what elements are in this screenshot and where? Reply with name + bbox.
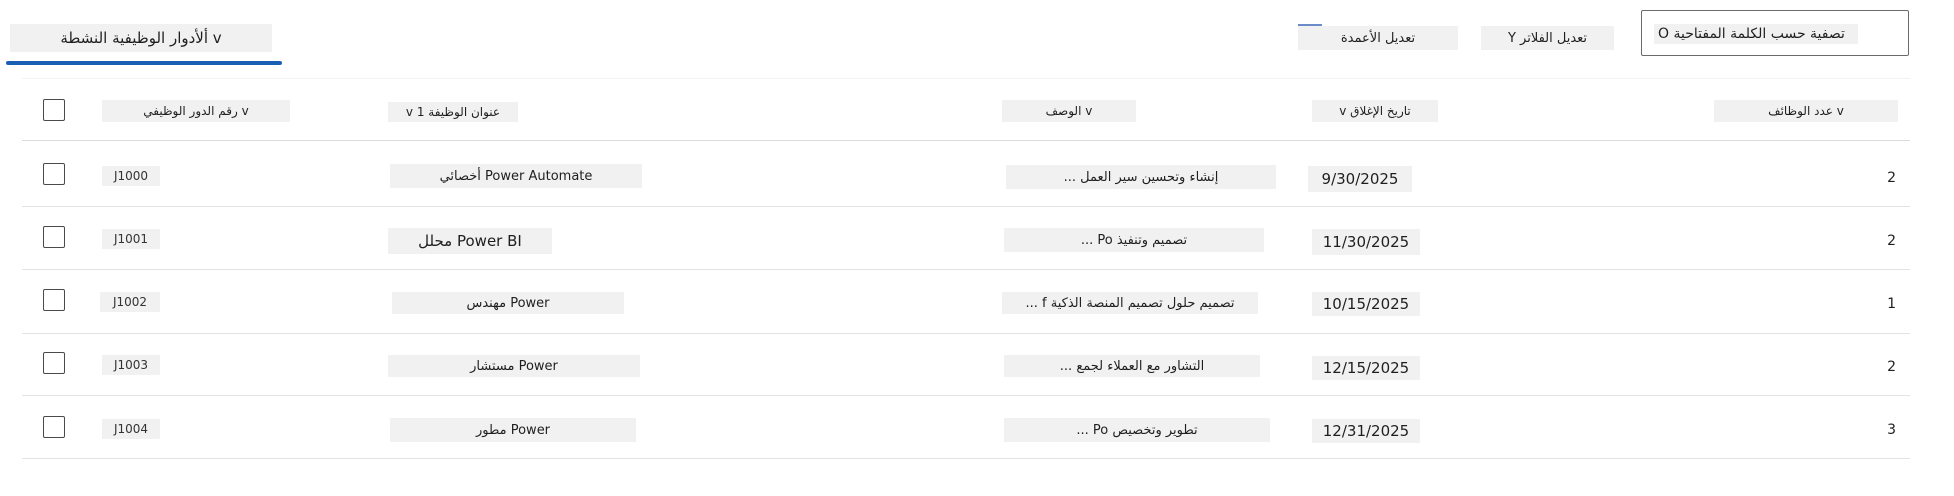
job-id-cell: J1000 bbox=[102, 166, 160, 186]
job-id-cell: J1003 bbox=[102, 355, 160, 375]
job-title-cell: أخصائي Power Automate bbox=[390, 164, 642, 188]
job-id-cell: J1004 bbox=[102, 419, 160, 439]
column-header-job-id[interactable]: رقم الدور الوظيفي ⅴ bbox=[102, 100, 290, 122]
description-cell: ... التشاور مع العملاء لجمع bbox=[1004, 355, 1260, 377]
column-header-number-of-positions[interactable]: عدد الوظائف ⅴ bbox=[1714, 100, 1898, 122]
column-header-close-date[interactable]: ⅴ تاريخ الإغلاق bbox=[1312, 100, 1438, 122]
close-date-cell: 9/30/2025 bbox=[1308, 166, 1412, 192]
positions-count-cell: 1 bbox=[1887, 296, 1896, 312]
job-title-cell: مستشار Power bbox=[388, 355, 640, 377]
row-divider bbox=[22, 458, 1910, 459]
view-selector-dropdown[interactable]: ألأدوار الوظيفية النشطة ⅴ bbox=[10, 24, 272, 52]
select-all-checkbox[interactable] bbox=[43, 99, 65, 121]
job-title-cell: مهندس Power bbox=[392, 292, 624, 314]
row-select-checkbox[interactable] bbox=[43, 352, 65, 374]
job-title-cell: مطور Power bbox=[390, 418, 636, 442]
description-cell: ... Po تطوير وتخصيص bbox=[1004, 418, 1270, 442]
job-roles-page: ألأدوار الوظيفية النشطة ⅴ تعديل الأعمدة … bbox=[0, 0, 1954, 496]
row-divider bbox=[22, 269, 1910, 270]
toolbar-divider bbox=[22, 78, 1910, 79]
edit-filters-button[interactable]: Y تعديل الفلاتر bbox=[1481, 26, 1614, 50]
row-select-checkbox[interactable] bbox=[43, 416, 65, 438]
positions-count-cell: 2 bbox=[1887, 359, 1896, 375]
description-cell: ... Po تصميم وتنفيذ bbox=[1004, 228, 1264, 252]
row-select-checkbox[interactable] bbox=[43, 163, 65, 185]
active-view-underline bbox=[6, 61, 282, 65]
job-title-cell: محلل Power BI bbox=[388, 228, 552, 254]
row-select-checkbox[interactable] bbox=[43, 226, 65, 248]
positions-count-cell: 2 bbox=[1887, 170, 1896, 186]
close-date-cell: 12/31/2025 bbox=[1312, 419, 1420, 443]
column-header-description[interactable]: الوصف ⅴ bbox=[1002, 100, 1136, 122]
column-header-job-title[interactable]: ⅴ 1 عنوان الوظيفة bbox=[388, 102, 518, 122]
close-date-cell: 11/30/2025 bbox=[1312, 229, 1420, 255]
job-id-cell: J1001 bbox=[102, 229, 160, 249]
close-date-cell: 10/15/2025 bbox=[1312, 292, 1420, 316]
header-divider bbox=[22, 140, 1910, 141]
row-divider bbox=[22, 333, 1910, 334]
close-date-cell: 12/15/2025 bbox=[1312, 356, 1420, 380]
description-cell: ... f تصميم حلول تصميم المنصة الذكية bbox=[1002, 292, 1258, 314]
positions-count-cell: 2 bbox=[1887, 233, 1896, 249]
keyword-filter-placeholder: O تصفية حسب الكلمة المفتاحية bbox=[1654, 24, 1858, 44]
row-divider bbox=[22, 206, 1910, 207]
keyword-filter-input[interactable]: O تصفية حسب الكلمة المفتاحية bbox=[1641, 10, 1909, 56]
description-cell: ... إنشاء وتحسين سير العمل bbox=[1006, 165, 1276, 189]
row-select-checkbox[interactable] bbox=[43, 289, 65, 311]
edit-columns-button[interactable]: تعديل الأعمدة bbox=[1298, 26, 1458, 50]
row-divider bbox=[22, 395, 1910, 396]
positions-count-cell: 3 bbox=[1887, 422, 1896, 438]
job-id-cell: J1002 bbox=[100, 292, 160, 312]
